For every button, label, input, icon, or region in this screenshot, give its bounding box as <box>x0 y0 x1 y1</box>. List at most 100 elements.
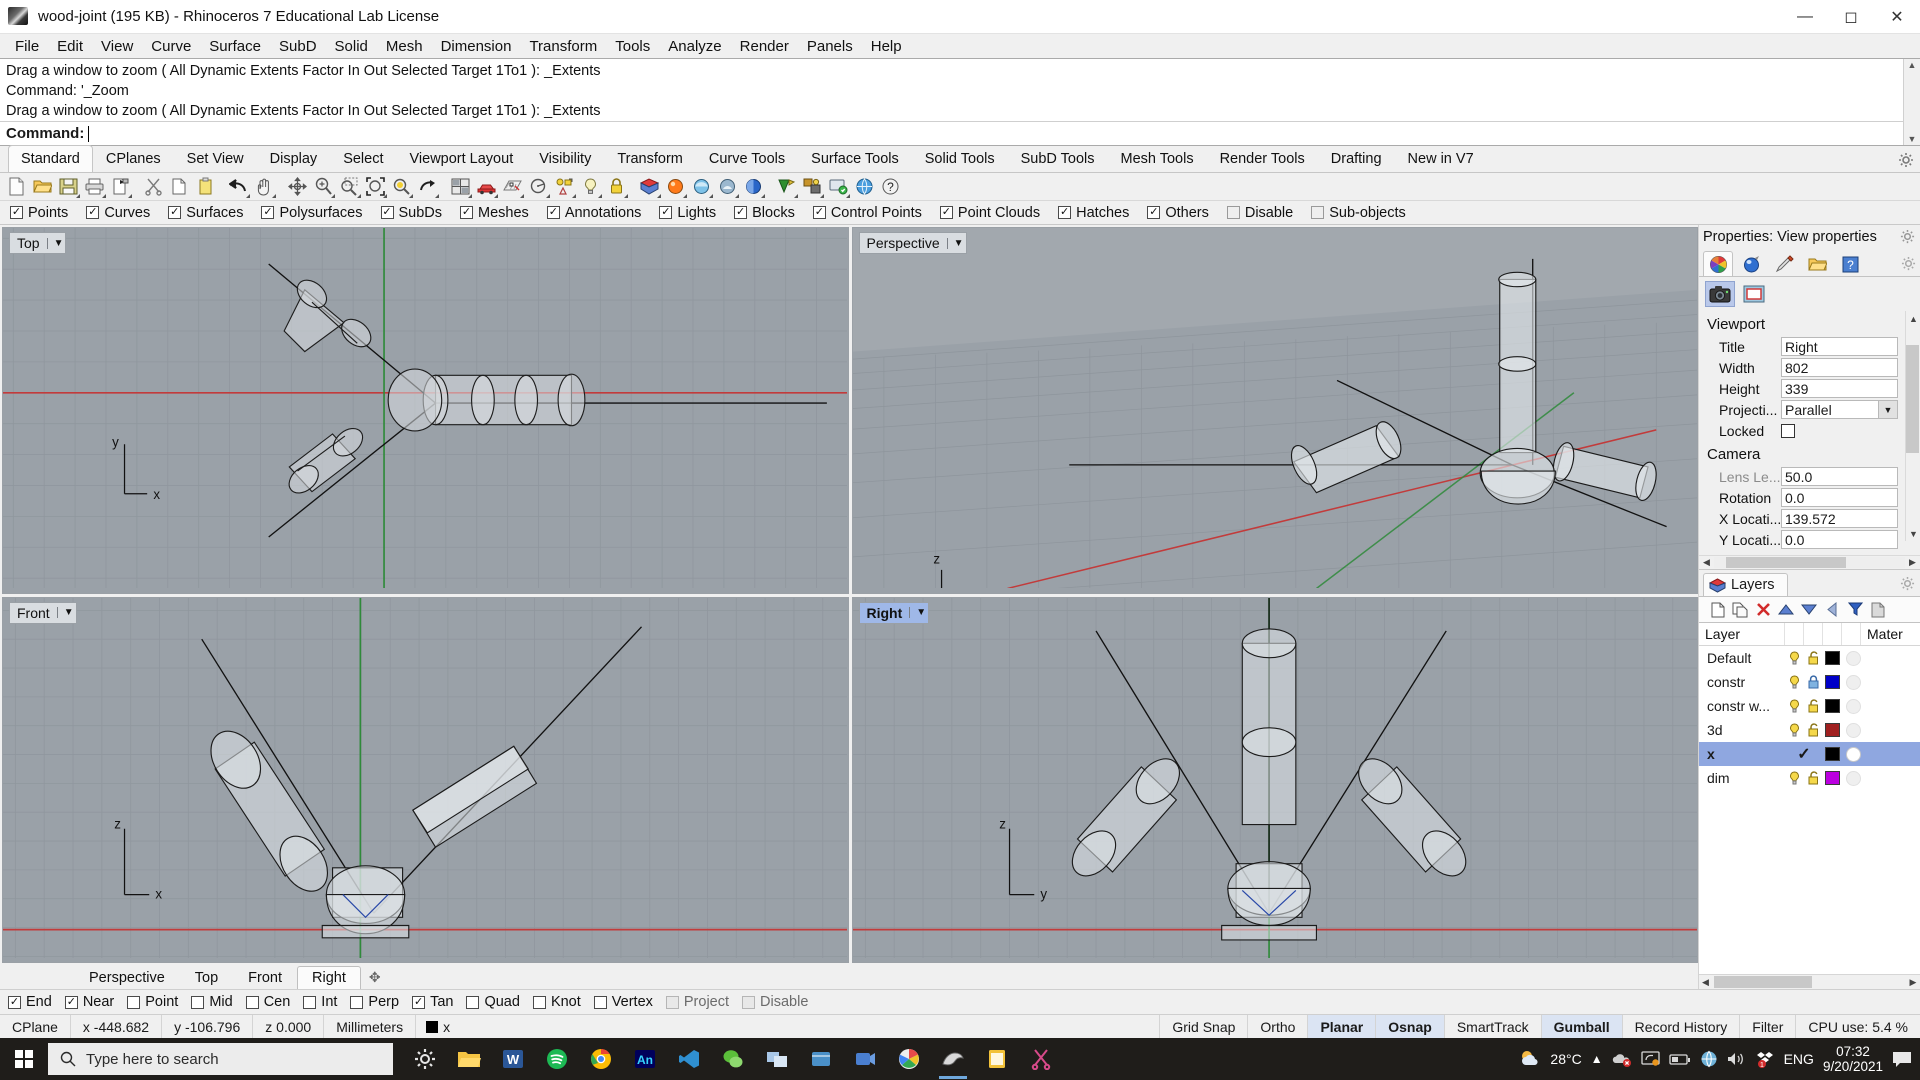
lock-icon[interactable] <box>604 175 629 199</box>
checkbox[interactable]: ✓ <box>734 206 747 219</box>
locked-checkbox[interactable] <box>1781 424 1795 438</box>
back-arrow-icon[interactable] <box>1822 600 1842 620</box>
toolbar-tab-drafting[interactable]: Drafting <box>1318 145 1395 172</box>
menu-transform[interactable]: Transform <box>520 36 606 57</box>
gear-icon[interactable] <box>1901 256 1916 271</box>
filter-others[interactable]: ✓Others <box>1147 205 1209 221</box>
web-browser-icon[interactable] <box>852 175 877 199</box>
properties-icon[interactable] <box>552 175 577 199</box>
filter-meshes[interactable]: ✓Meshes <box>460 205 529 221</box>
help-icon[interactable]: ? <box>878 175 903 199</box>
properties-tab-folder[interactable] <box>1802 251 1832 276</box>
toolbar-tab-viewport-layout[interactable]: Viewport Layout <box>397 145 527 172</box>
osnap-int[interactable]: Int <box>303 994 337 1010</box>
current-layer-check-icon[interactable]: ✓ <box>1785 744 1823 764</box>
menu-analyze[interactable]: Analyze <box>659 36 730 57</box>
property-row-width[interactable]: Width 802 <box>1699 357 1920 378</box>
toolbar-tab-select[interactable]: Select <box>330 145 396 172</box>
osnap-mid[interactable]: Mid <box>191 994 232 1010</box>
battery-icon[interactable] <box>1669 1052 1691 1066</box>
task-view-icon[interactable] <box>757 1039 797 1079</box>
viewport-title-right[interactable]: Right ▼ <box>859 602 930 624</box>
snip-tool-icon[interactable] <box>1021 1039 1061 1079</box>
toolbar-tab-set-view[interactable]: Set View <box>174 145 257 172</box>
checkbox[interactable]: ✓ <box>168 206 181 219</box>
checkbox[interactable] <box>350 996 363 1009</box>
status-cplane[interactable]: CPlane <box>0 1015 71 1038</box>
zoom-extents-icon[interactable] <box>363 175 388 199</box>
property-value-input[interactable]: 139.572 <box>1781 509 1898 528</box>
layout-icon[interactable] <box>500 175 525 199</box>
menu-solid[interactable]: Solid <box>326 36 377 57</box>
column-header-color[interactable] <box>1823 623 1842 645</box>
screen-capture-icon[interactable] <box>826 175 851 199</box>
menu-file[interactable]: File <box>6 36 48 57</box>
layer-color-swatch[interactable] <box>1823 747 1842 761</box>
material-swatch[interactable] <box>1842 699 1861 714</box>
scrollbar-thumb[interactable] <box>1906 345 1919 453</box>
chevron-down-icon[interactable]: ▼ <box>57 607 74 618</box>
unlock-icon[interactable] <box>1804 723 1823 738</box>
menu-help[interactable]: Help <box>862 36 911 57</box>
property-value-input[interactable]: 339 <box>1781 379 1898 398</box>
toolbar-tab-render-tools[interactable]: Render Tools <box>1207 145 1318 172</box>
properties-tab-color-wheel[interactable] <box>1703 251 1733 276</box>
print-icon[interactable] <box>82 175 107 199</box>
render-sphere-icon[interactable] <box>663 175 688 199</box>
screen-share-icon[interactable] <box>1641 1051 1660 1067</box>
chevron-up-icon[interactable]: ▲ <box>1591 1052 1603 1066</box>
table-row[interactable]: 3d <box>1699 718 1920 742</box>
redo-view-icon[interactable] <box>415 175 440 199</box>
minimize-button[interactable]: — <box>1782 0 1828 34</box>
shade-icon[interactable] <box>741 175 766 199</box>
zoom-window-icon[interactable] <box>337 175 362 199</box>
menu-panels[interactable]: Panels <box>798 36 862 57</box>
table-row[interactable]: constr w... <box>1699 694 1920 718</box>
table-row[interactable]: x ✓ <box>1699 742 1920 766</box>
status-units[interactable]: Millimeters <box>324 1015 416 1038</box>
property-row-projection[interactable]: Projecti... Parallel ▼ <box>1699 399 1920 420</box>
scroll-left-icon[interactable]: ◀ <box>1700 557 1713 568</box>
layer-color-swatch[interactable] <box>1823 675 1842 689</box>
menu-render[interactable]: Render <box>731 36 798 57</box>
property-row-lens-length[interactable]: Lens Le... 50.0 <box>1699 466 1920 487</box>
viewport-tab-right[interactable]: Right <box>297 966 361 989</box>
table-row[interactable]: Default <box>1699 646 1920 670</box>
status-current-layer[interactable]: x <box>416 1015 1160 1038</box>
viewport-top[interactable]: y x Top ▼ <box>2 227 849 594</box>
partly-cloudy-icon[interactable] <box>1519 1048 1541 1070</box>
status-toggle-gumball[interactable]: Gumball <box>1542 1015 1623 1038</box>
filter-points[interactable]: ✓Points <box>10 205 68 221</box>
chevron-down-icon[interactable]: ▼ <box>909 607 926 618</box>
status-toggle-grid-snap[interactable]: Grid Snap <box>1160 1015 1248 1038</box>
filter-curves[interactable]: ✓Curves <box>86 205 150 221</box>
viewport-front[interactable]: z x Front ▼ <box>2 597 849 964</box>
menu-mesh[interactable]: Mesh <box>377 36 432 57</box>
chrome-icon[interactable] <box>581 1039 621 1079</box>
unlock-icon[interactable] <box>1804 699 1823 714</box>
viewport-perspective-canvas[interactable]: z y <box>853 228 1697 588</box>
scroll-left-icon[interactable]: ◀ <box>1699 977 1712 988</box>
column-header-lock[interactable] <box>1804 623 1823 645</box>
zoom-dynamic-icon[interactable] <box>285 175 310 199</box>
toolbar-tab-transform[interactable]: Transform <box>604 145 696 172</box>
toolbar-tab-curve-tools[interactable]: Curve Tools <box>696 145 798 172</box>
osnap-project[interactable]: Project <box>666 994 729 1010</box>
menu-view[interactable]: View <box>92 36 142 57</box>
property-value-input[interactable]: 802 <box>1781 358 1898 377</box>
filter-lights[interactable]: ✓Lights <box>659 205 716 221</box>
material-swatch[interactable] <box>1842 771 1861 786</box>
checkbox[interactable]: ✓ <box>412 996 425 1009</box>
command-prompt-row[interactable]: Command: <box>0 121 1920 145</box>
scroll-up-icon[interactable]: ▲ <box>1904 59 1920 71</box>
scroll-down-icon[interactable]: ▼ <box>1904 133 1920 145</box>
filter-subds[interactable]: ✓SubDs <box>381 205 443 221</box>
unlock-icon[interactable] <box>1804 651 1823 666</box>
maximize-button[interactable]: ◻ <box>1828 0 1874 34</box>
new-file-icon[interactable] <box>4 175 29 199</box>
toolbar-tab-display[interactable]: Display <box>257 145 331 172</box>
column-header-blank[interactable] <box>1842 623 1861 645</box>
zoom-selected-icon[interactable] <box>389 175 414 199</box>
osnap-cen[interactable]: Cen <box>246 994 291 1010</box>
menu-tools[interactable]: Tools <box>606 36 659 57</box>
